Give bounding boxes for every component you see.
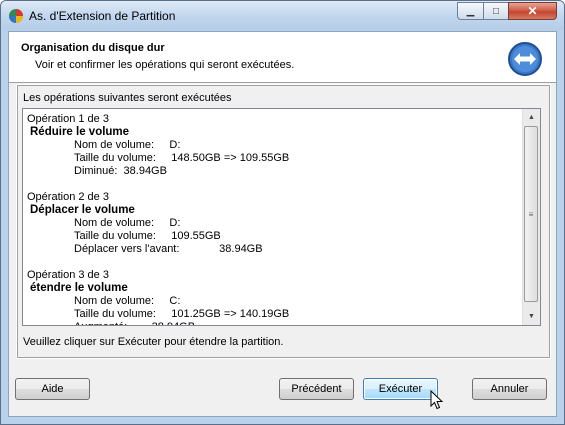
cancel-button[interactable]: Annuler: [472, 378, 547, 400]
minimize-icon: ▁: [466, 5, 475, 17]
maximize-icon: □: [492, 5, 500, 17]
title-bar[interactable]: As. d'Extension de Partition ▁ □ ✕: [1, 1, 564, 30]
operation-detail-row: Nom de volume: D:: [74, 139, 517, 152]
close-icon: ✕: [527, 4, 538, 18]
execute-button[interactable]: Exécuter: [363, 378, 438, 400]
detail-label: Taille du volume:: [74, 230, 172, 242]
operation-name: Déplacer le volume: [30, 204, 135, 216]
detail-label: Déplacer vers l'avant:: [74, 243, 220, 255]
group-title: Les opérations suivantes seront exécutée…: [23, 92, 232, 104]
operation-detail-row: Taille du volume: 109.55GB: [74, 230, 517, 243]
operations-content: Opération 1 de 3 Réduire le volume Nom de …: [27, 113, 517, 325]
detail-value: 38.94GB: [152, 321, 195, 325]
detail-label: Nom de volume:: [74, 295, 170, 307]
detail-value: 148.50GB => 109.55GB: [171, 152, 290, 164]
mouse-cursor-icon: [430, 390, 444, 410]
scroll-thumb[interactable]: ≡: [524, 126, 538, 302]
operation-detail-row: Diminué: 38.94GB: [74, 165, 517, 178]
maximize-button[interactable]: □: [483, 2, 509, 20]
detail-label: Nom de volume:: [74, 139, 170, 151]
detail-value: 109.55GB: [171, 230, 221, 242]
detail-value: D:: [169, 139, 181, 151]
operations-list[interactable]: Opération 1 de 3 Réduire le volume Nom de …: [22, 108, 541, 326]
operation-detail-row: Nom de volume: D:: [74, 217, 517, 230]
operation-detail-row: Taille du volume: 148.50GB => 109.55GB: [74, 152, 517, 165]
operation-item: Opération 1 de 3 Réduire le volume Nom de …: [27, 113, 517, 178]
page-title: Organisation du disque dur: [21, 42, 165, 54]
operation-detail-row: Taille du volume: 101.25GB => 140.19GB: [74, 308, 517, 321]
detail-value: 38.94GB: [123, 165, 167, 177]
detail-value: C:: [169, 295, 181, 307]
detail-label: Taille du volume:: [74, 308, 172, 320]
operation-item: Opération 2 de 3 Déplacer le volume Nom de…: [27, 191, 517, 256]
detail-value: 38.94GB: [219, 243, 263, 255]
instruction-text: Veuillez cliquer sur Exécuter pour étend…: [23, 336, 284, 348]
wizard-header: Organisation du disque dur Voir et confi…: [9, 32, 556, 83]
detail-value: D:: [169, 217, 181, 229]
detail-label: Diminué:: [74, 165, 124, 177]
detail-label: Taille du volume:: [74, 152, 172, 164]
help-button[interactable]: Aide: [15, 378, 90, 400]
app-icon: [9, 9, 23, 23]
operation-item: Opération 3 de 3 étendre le volume Nom de …: [27, 269, 517, 325]
minimize-button[interactable]: ▁: [457, 2, 484, 20]
previous-button[interactable]: Précédent: [279, 378, 354, 400]
scroll-down-icon[interactable]: ▼: [524, 309, 539, 324]
operation-name: Réduire le volume: [30, 126, 130, 138]
arrows-exchange-icon: [508, 42, 542, 76]
window-title: As. d'Extension de Partition: [29, 9, 176, 23]
operation-detail-row: Augmenté: 38.94GB: [74, 321, 517, 325]
detail-label: Augmenté:: [74, 321, 152, 325]
operation-detail-row: Nom de volume: C:: [74, 295, 517, 308]
operation-detail-row: Déplacer vers l'avant: 38.94GB: [74, 243, 517, 256]
detail-label: Nom de volume:: [74, 217, 170, 229]
dialog-window: As. d'Extension de Partition ▁ □ ✕ Organ…: [0, 0, 565, 425]
vertical-scrollbar[interactable]: ▲ ≡ ▼: [522, 109, 540, 325]
close-button[interactable]: ✕: [508, 2, 557, 20]
operation-header: Opération 2 de 3: [27, 191, 109, 203]
operation-name: étendre le volume: [30, 282, 128, 294]
operation-header: Opération 3 de 3: [27, 269, 109, 281]
detail-value: 101.25GB => 140.19GB: [171, 308, 290, 320]
operation-header: Opération 1 de 3: [27, 113, 109, 125]
dialog-body: Organisation du disque dur Voir et confi…: [8, 31, 557, 417]
page-subtitle: Voir et confirmer les opérations qui ser…: [35, 59, 295, 71]
scroll-up-icon[interactable]: ▲: [524, 110, 539, 125]
